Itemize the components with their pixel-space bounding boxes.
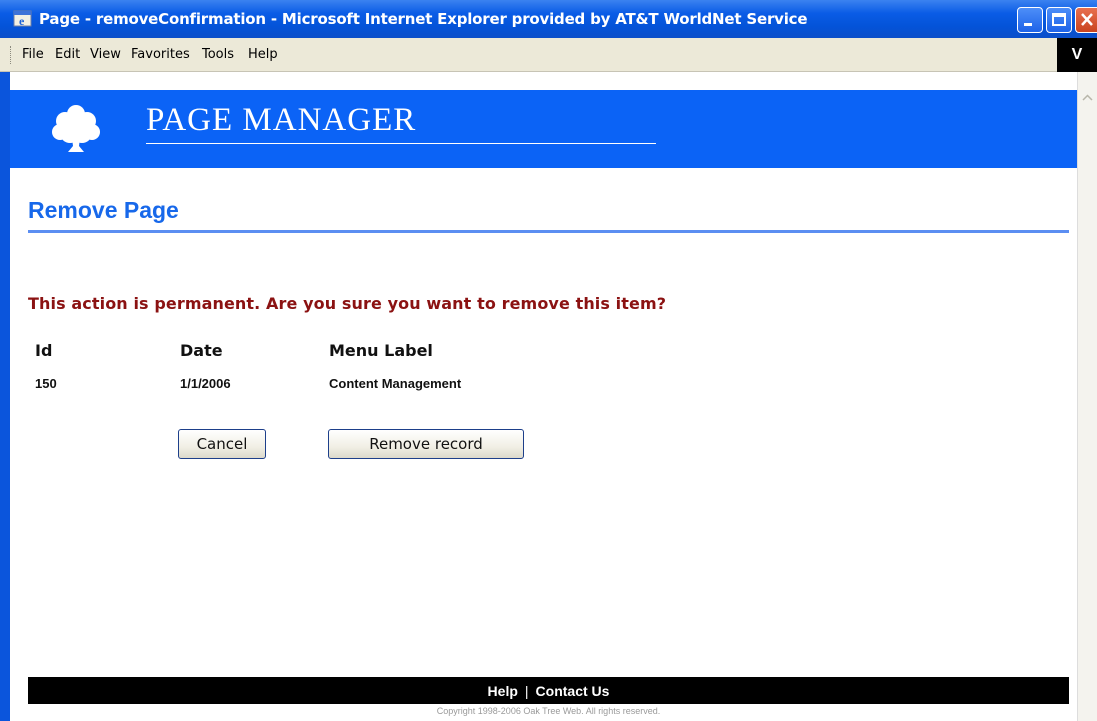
menu-favorites[interactable]: Favorites	[131, 47, 190, 62]
internet-explorer-icon: e	[12, 8, 34, 30]
column-header-date: Date	[180, 341, 223, 360]
oak-tree-logo-icon	[48, 102, 104, 163]
remove-record-button[interactable]: Remove record	[328, 429, 524, 459]
footer-separator: |	[524, 682, 529, 699]
svg-text:e: e	[19, 14, 25, 28]
window-left-border	[0, 72, 10, 721]
menu-view[interactable]: View	[90, 47, 121, 62]
menu-bar: File Edit View Favorites Tools Help V	[0, 38, 1097, 72]
menu-tools[interactable]: Tools	[202, 47, 234, 62]
banner-underline	[146, 143, 656, 144]
page-title: Remove Page	[28, 197, 179, 223]
close-button[interactable]	[1075, 7, 1097, 33]
window-title: Page - removeConfirmation - Microsoft In…	[39, 10, 808, 28]
confirmation-warning: This action is permanent. Are you sure y…	[28, 294, 667, 313]
column-header-id: Id	[35, 341, 53, 360]
isp-logo: V	[1057, 38, 1097, 72]
footer-contact-link[interactable]: Contact Us	[536, 683, 610, 699]
toolbar-grip[interactable]	[10, 46, 13, 64]
column-header-menu-label: Menu Label	[329, 341, 433, 360]
title-divider	[28, 230, 1069, 233]
menu-help[interactable]: Help	[248, 47, 278, 62]
minimize-button[interactable]	[1017, 7, 1043, 33]
scroll-up-arrow-icon[interactable]	[1078, 89, 1097, 108]
record-date: 1/1/2006	[180, 376, 231, 391]
vertical-scrollbar[interactable]	[1077, 72, 1097, 721]
window-title-bar[interactable]: e Page - removeConfirmation - Microsoft …	[0, 0, 1097, 38]
menu-file[interactable]: File	[22, 47, 44, 62]
record-menu-label: Content Management	[329, 376, 462, 391]
cancel-button[interactable]: Cancel	[178, 429, 266, 459]
copyright-notice: Copyright 1998-2006 Oak Tree Web. All ri…	[436, 706, 661, 716]
record-id: 150	[35, 376, 57, 391]
banner-title: PAGE MANAGER	[146, 102, 417, 138]
maximize-button[interactable]	[1046, 7, 1072, 33]
footer-help-link[interactable]: Help	[488, 683, 518, 699]
menu-edit[interactable]: Edit	[55, 47, 80, 62]
header-banner: PAGE MANAGER	[10, 90, 1077, 168]
footer-bar: Help | Contact Us	[28, 677, 1069, 704]
